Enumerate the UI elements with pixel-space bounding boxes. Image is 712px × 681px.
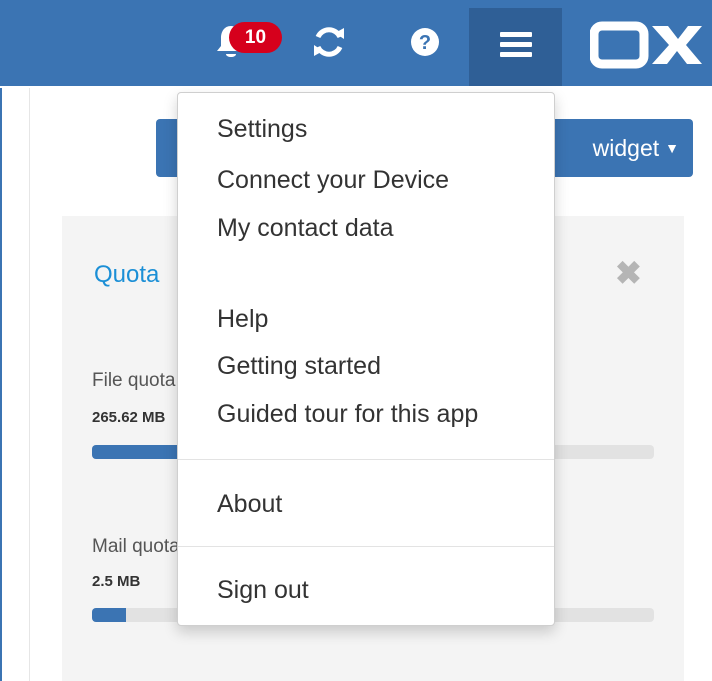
menu-item-contact-data[interactable]: My contact data [217,214,393,243]
left-sidebar [0,88,30,681]
widget-title[interactable]: Quota [94,261,159,289]
main-menu-dropdown: Settings Connect your Device My contact … [177,92,555,626]
menu-item-help[interactable]: Help [217,305,268,334]
mail-quota-value: 2.5 MB [92,573,141,590]
help-button[interactable]: ? [402,20,448,68]
hamburger-menu-icon [499,31,532,63]
menu-item-connect-device[interactable]: Connect your Device [217,166,449,195]
caret-down-icon: ▼ [665,140,679,156]
file-quota-value: 265.62 MB [92,409,166,426]
mail-quota-fill [92,608,126,622]
menu-item-guided-tour[interactable]: Guided tour for this app [217,400,478,429]
sidebar-edge [0,88,2,681]
top-bar: 10 ? [0,0,712,86]
menu-item-settings[interactable]: Settings [217,115,307,144]
ox-logo [589,20,705,70]
main-menu-button[interactable] [469,8,562,86]
topbar-divider [0,86,712,88]
menu-item-sign-out[interactable]: Sign out [217,576,309,605]
notification-count-badge: 10 [229,22,282,53]
menu-item-about[interactable]: About [217,490,282,519]
close-icon[interactable]: ✖ [615,254,642,292]
menu-divider [178,459,554,460]
question-circle-icon: ? [410,27,440,62]
add-widget-label: widget [592,134,660,161]
file-quota-label: File quota [92,370,176,391]
refresh-button[interactable] [306,20,352,68]
mail-quota-label: Mail quota [92,536,180,557]
menu-item-getting-started[interactable]: Getting started [217,352,381,381]
refresh-icon [311,24,347,65]
menu-divider [178,546,554,547]
svg-text:?: ? [419,32,431,54]
